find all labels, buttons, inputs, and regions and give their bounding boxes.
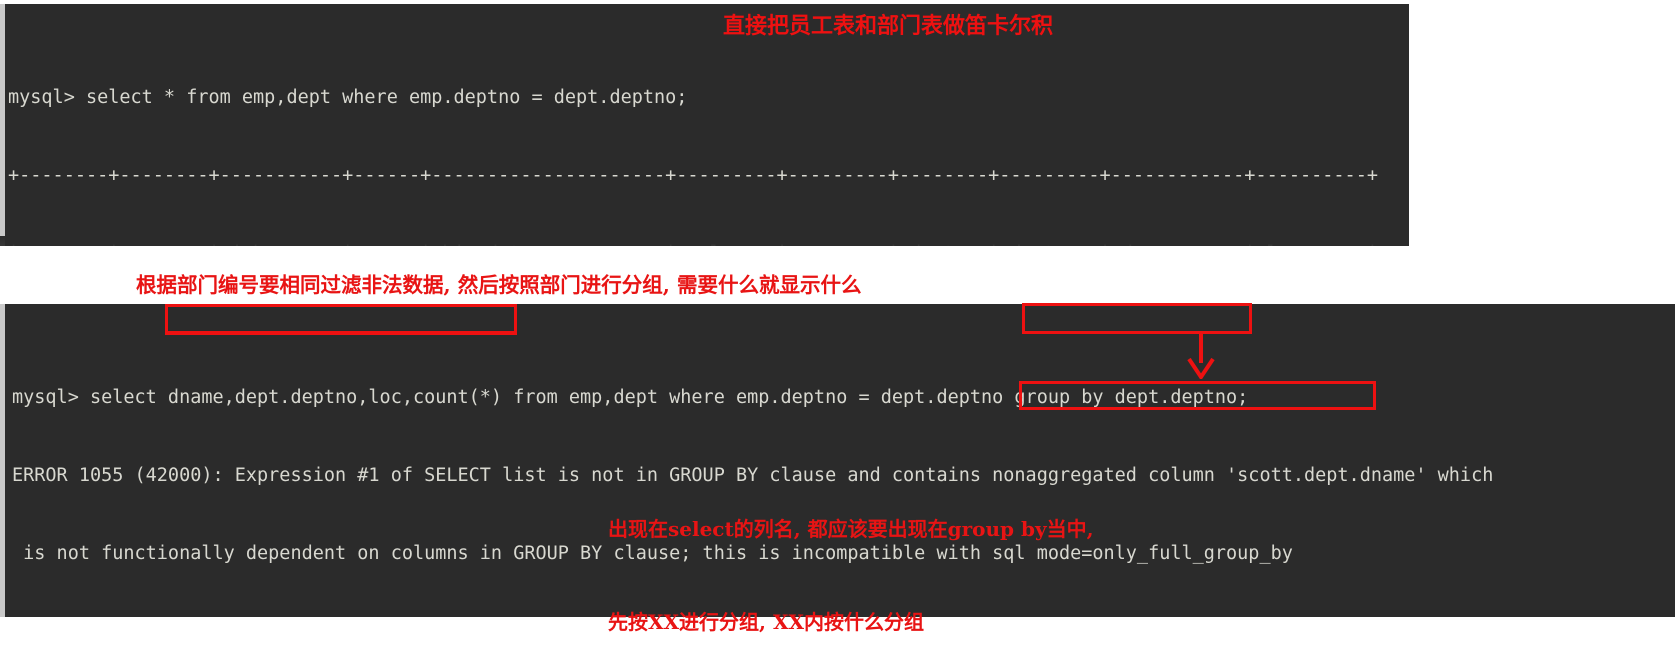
annotation-note-line-2: 先按XX进行分组, XX内按什么分组 bbox=[608, 610, 924, 634]
top-terminal-window[interactable]: mysql> select * from emp,dept where emp.… bbox=[0, 4, 1409, 246]
top-table-rule-top: +--------+--------+-----------+------+--… bbox=[8, 165, 1378, 186]
terminal-left-edge bbox=[0, 4, 5, 246]
annotation-group-by-hint: 根据部门编号要相同过滤非法数据, 然后按照部门进行分组, 需要什么就显示什么 bbox=[136, 273, 862, 297]
bottom-query-line-1: mysql> select dname,dept.deptno,loc,coun… bbox=[12, 387, 1249, 408]
top-terminal-clip-shadow bbox=[0, 236, 1409, 246]
annotation-select-groupby-note: 出现在select的列名, 都应该要出现在group by当中, 先按XX进行分… bbox=[608, 452, 1094, 669]
top-prompt-line: mysql> select * from emp,dept where emp.… bbox=[8, 87, 688, 108]
annotation-note-line-1: 出现在select的列名, 都应该要出现在group by当中, bbox=[608, 517, 1094, 541]
annotation-cartesian-product: 直接把员工表和部门表做笛卡尔积 bbox=[723, 13, 1054, 39]
down-arrow-icon bbox=[1187, 333, 1215, 379]
terminal-left-edge bbox=[0, 304, 5, 617]
